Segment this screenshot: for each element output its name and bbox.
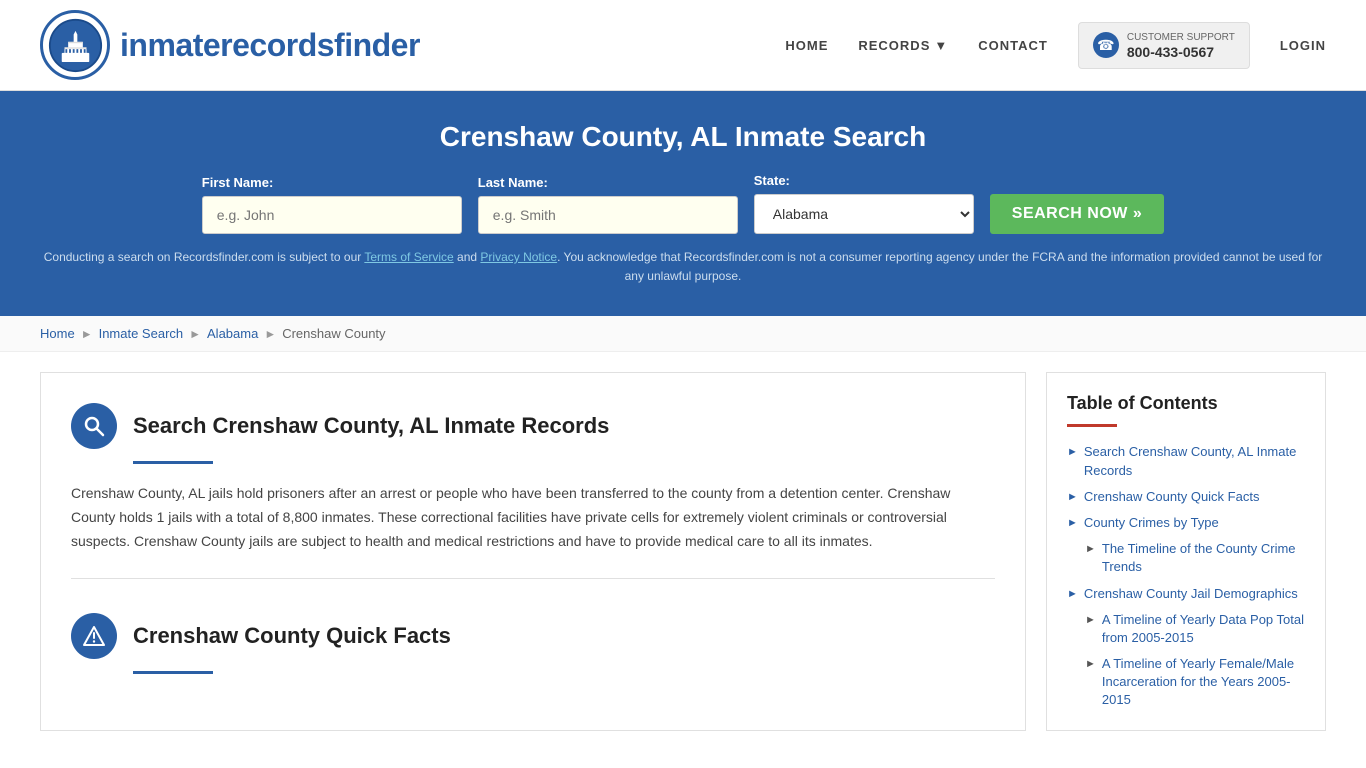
support-label: CUSTOMER SUPPORT <box>1127 31 1235 44</box>
sidebar: Table of Contents ► Search Crenshaw Coun… <box>1046 372 1326 730</box>
section1-header: Search Crenshaw County, AL Inmate Record… <box>71 403 995 449</box>
chevron-right-icon: ► <box>1085 613 1096 628</box>
breadcrumb-inmate-search[interactable]: Inmate Search <box>99 326 184 341</box>
privacy-notice-link[interactable]: Privacy Notice <box>480 250 557 264</box>
support-number: 800-433-0567 <box>1127 44 1235 60</box>
search-button[interactable]: SEARCH NOW » <box>990 194 1164 234</box>
site-header: inmaterecordsfinder HOME RECORDS ▼ CONTA… <box>0 0 1366 91</box>
main-content: Search Crenshaw County, AL Inmate Record… <box>0 352 1366 750</box>
toc-link-4[interactable]: The Timeline of the County Crime Trends <box>1102 540 1305 576</box>
toc-link-7[interactable]: A Timeline of Yearly Female/Male Incarce… <box>1102 655 1305 710</box>
toc-item: ► Search Crenshaw County, AL Inmate Reco… <box>1067 443 1305 479</box>
hero-disclaimer: Conducting a search on Recordsfinder.com… <box>40 248 1326 286</box>
chevron-down-icon: ▼ <box>934 38 948 53</box>
toc-link-2[interactable]: Crenshaw County Quick Facts <box>1084 488 1260 506</box>
toc-item: ► Crenshaw County Jail Demographics <box>1067 585 1305 603</box>
toc-link-6[interactable]: A Timeline of Yearly Data Pop Total from… <box>1102 611 1305 647</box>
breadcrumb-sep-3: ► <box>264 327 276 341</box>
breadcrumb-current: Crenshaw County <box>282 326 385 341</box>
section1-title: Search Crenshaw County, AL Inmate Record… <box>133 413 609 439</box>
breadcrumb-alabama[interactable]: Alabama <box>207 326 258 341</box>
section2: Crenshaw County Quick Facts <box>71 603 995 674</box>
hero-section: Crenshaw County, AL Inmate Search First … <box>0 91 1366 316</box>
search-icon <box>71 403 117 449</box>
toc-title: Table of Contents <box>1067 393 1305 414</box>
state-group: State: Alabama <box>754 173 974 234</box>
last-name-input[interactable] <box>478 196 738 234</box>
chevron-right-icon: ► <box>1067 587 1078 602</box>
toc-item: ► A Timeline of Yearly Female/Male Incar… <box>1067 655 1305 710</box>
table-of-contents: Table of Contents ► Search Crenshaw Coun… <box>1046 372 1326 730</box>
last-name-label: Last Name: <box>478 175 738 190</box>
logo-text: inmaterecordsfinder <box>120 27 420 64</box>
last-name-group: Last Name: <box>478 175 738 234</box>
terms-of-service-link[interactable]: Terms of Service <box>364 250 453 264</box>
chevron-right-icon: ► <box>1085 542 1096 557</box>
nav-home[interactable]: HOME <box>785 38 828 53</box>
section-divider <box>71 578 995 579</box>
toc-item: ► A Timeline of Yearly Data Pop Total fr… <box>1067 611 1305 647</box>
section1-underline <box>133 461 213 464</box>
logo-icon <box>40 10 110 80</box>
login-button[interactable]: LOGIN <box>1280 38 1326 53</box>
section2-header: Crenshaw County Quick Facts <box>71 613 995 659</box>
first-name-label: First Name: <box>202 175 462 190</box>
section1-body: Crenshaw County, AL jails hold prisoners… <box>71 482 995 553</box>
main-nav: HOME RECORDS ▼ CONTACT ☎ CUSTOMER SUPPOR… <box>785 22 1326 69</box>
toc-item: ► County Crimes by Type <box>1067 514 1305 532</box>
customer-support-box[interactable]: ☎ CUSTOMER SUPPORT 800-433-0567 <box>1078 22 1250 69</box>
toc-item: ► Crenshaw County Quick Facts <box>1067 488 1305 506</box>
breadcrumb-home[interactable]: Home <box>40 326 75 341</box>
chevron-right-icon: ► <box>1085 657 1096 672</box>
breadcrumb-sep-2: ► <box>189 327 201 341</box>
breadcrumb-sep-1: ► <box>81 327 93 341</box>
toc-underline <box>1067 424 1117 427</box>
toc-link-5[interactable]: Crenshaw County Jail Demographics <box>1084 585 1298 603</box>
chevron-right-icon: ► <box>1067 516 1078 531</box>
state-label: State: <box>754 173 974 188</box>
content-area: Search Crenshaw County, AL Inmate Record… <box>40 372 1026 730</box>
section2-underline <box>133 671 213 674</box>
section2-title: Crenshaw County Quick Facts <box>133 623 451 649</box>
first-name-input[interactable] <box>202 196 462 234</box>
nav-records[interactable]: RECORDS ▼ <box>858 38 948 53</box>
nav-contact[interactable]: CONTACT <box>978 38 1048 53</box>
headset-icon: ☎ <box>1093 32 1119 58</box>
toc-item: ► The Timeline of the County Crime Trend… <box>1067 540 1305 576</box>
hero-title: Crenshaw County, AL Inmate Search <box>40 121 1326 153</box>
toc-list: ► Search Crenshaw County, AL Inmate Reco… <box>1067 443 1305 709</box>
toc-link-1[interactable]: Search Crenshaw County, AL Inmate Record… <box>1084 443 1305 479</box>
search-form: First Name: Last Name: State: Alabama SE… <box>40 173 1326 234</box>
chevron-right-icon: ► <box>1067 445 1078 460</box>
toc-link-3[interactable]: County Crimes by Type <box>1084 514 1219 532</box>
first-name-group: First Name: <box>202 175 462 234</box>
logo-area: inmaterecordsfinder <box>40 10 420 80</box>
alert-icon <box>71 613 117 659</box>
breadcrumb: Home ► Inmate Search ► Alabama ► Crensha… <box>0 316 1366 352</box>
chevron-right-icon: ► <box>1067 490 1078 505</box>
state-select[interactable]: Alabama <box>754 194 974 234</box>
